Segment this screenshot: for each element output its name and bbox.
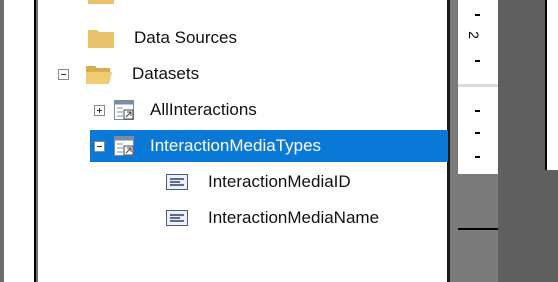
collapse-toggle[interactable] bbox=[58, 69, 69, 80]
folder-icon bbox=[88, 30, 114, 48]
tree-item-label: Datasets bbox=[132, 64, 200, 83]
tree-item-datasets[interactable]: Datasets bbox=[58, 58, 448, 90]
tree-item-label: Data Sources bbox=[134, 28, 237, 47]
folder-icon bbox=[88, 0, 114, 4]
tree-item-label: InteractionMediaTypes bbox=[150, 136, 322, 155]
field-icon bbox=[166, 210, 188, 226]
left-gutter bbox=[4, 0, 36, 282]
tree-item-interactionmedianame[interactable]: InteractionMediaName bbox=[166, 202, 448, 234]
field-icon bbox=[166, 174, 188, 190]
ruler-separator bbox=[458, 84, 498, 87]
report-section-line bbox=[458, 228, 498, 230]
tree-item-label: InteractionMediaName bbox=[208, 208, 380, 227]
ruler-tick bbox=[475, 132, 480, 134]
ruler-tick bbox=[475, 60, 480, 62]
tree-item-partial bbox=[88, 0, 448, 10]
ruler-tick bbox=[475, 156, 480, 158]
report-page bbox=[545, 0, 558, 170]
tree-item-interactionmediatypes[interactable]: InteractionMediaTypes bbox=[90, 130, 448, 162]
tree-item-label: InteractionMediaID bbox=[208, 172, 351, 191]
folder-open-icon bbox=[86, 66, 112, 84]
collapse-toggle[interactable] bbox=[94, 141, 105, 152]
dataset-icon bbox=[114, 136, 134, 156]
report-data-tree: Data Sources Datasets AllInteractions In… bbox=[38, 0, 450, 282]
tree-item-allinteractions[interactable]: AllInteractions bbox=[94, 94, 448, 126]
ruler-number: 2 bbox=[465, 31, 482, 39]
tree-item-interactionmediaid[interactable]: InteractionMediaID bbox=[166, 166, 448, 198]
vertical-ruler: 2 bbox=[458, 0, 498, 174]
ruler-tick bbox=[475, 110, 480, 112]
tree-item-label: AllInteractions bbox=[150, 100, 257, 119]
tree-item-data-sources[interactable]: Data Sources bbox=[88, 22, 448, 54]
dataset-icon bbox=[114, 100, 134, 120]
ruler-tick bbox=[475, 14, 480, 16]
expand-toggle[interactable] bbox=[94, 105, 105, 116]
